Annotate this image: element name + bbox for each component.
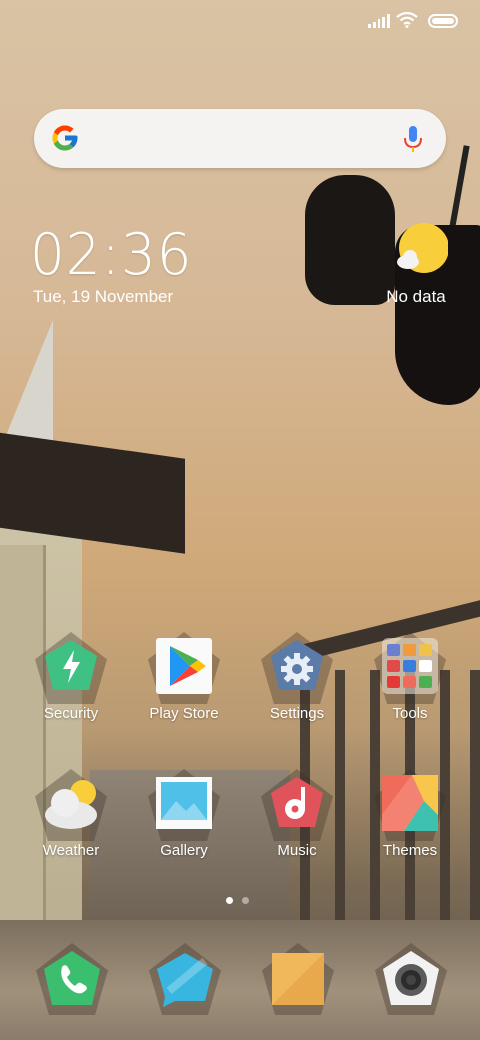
weather-status[interactable]: No data: [370, 287, 462, 307]
music-note-icon: [271, 777, 323, 827]
messages-icon: [157, 953, 213, 1007]
app-label: Gallery: [160, 842, 208, 859]
shield-bolt-icon: [45, 640, 97, 690]
app-label: Weather: [42, 842, 100, 859]
notes-icon: [272, 953, 324, 1005]
google-g-icon: [52, 125, 78, 151]
app-label: Settings: [269, 705, 325, 722]
gear-icon: [271, 640, 323, 690]
app-themes[interactable]: Themes: [355, 769, 465, 879]
sun-cloud-icon[interactable]: [396, 222, 448, 274]
dock-messages[interactable]: [145, 943, 225, 1023]
app-settings[interactable]: Settings: [242, 632, 352, 742]
weather-cloud-icon: [45, 780, 97, 829]
dock-notes[interactable]: [258, 943, 338, 1023]
page-dot-active: [226, 897, 233, 904]
signal-bars-icon: [368, 14, 390, 28]
wifi-icon: [396, 12, 418, 28]
gallery-icon: [156, 777, 212, 829]
play-store-icon: [156, 638, 212, 694]
clock-time[interactable]: 02:36: [30, 222, 192, 288]
wallpaper-jumping-figure: [305, 145, 480, 405]
themes-icon: [382, 775, 438, 831]
page-indicator: [226, 897, 249, 904]
dock-phone[interactable]: [32, 943, 112, 1023]
camera-icon: [383, 951, 439, 1005]
folder-icon: [382, 638, 438, 694]
page-dot: [242, 897, 249, 904]
app-label: Tools: [392, 705, 428, 722]
app-security[interactable]: Security: [16, 632, 126, 742]
app-play-store[interactable]: Play Store: [129, 632, 239, 742]
status-bar: [0, 0, 480, 42]
app-label: Play Store: [149, 705, 219, 722]
clock-date[interactable]: Tue, 19 November: [33, 287, 173, 307]
google-search-bar[interactable]: [34, 109, 446, 168]
microphone-icon[interactable]: [402, 124, 424, 154]
app-label: Themes: [382, 842, 438, 859]
app-label: Security: [43, 705, 99, 722]
app-gallery[interactable]: Gallery: [129, 769, 239, 879]
app-music[interactable]: Music: [242, 769, 352, 879]
app-label: Music: [277, 842, 317, 859]
dock-camera[interactable]: [371, 943, 451, 1023]
phone-icon: [44, 951, 100, 1005]
folder-tools[interactable]: Tools: [355, 632, 465, 742]
battery-icon: [428, 14, 458, 28]
app-weather[interactable]: Weather: [16, 769, 126, 879]
